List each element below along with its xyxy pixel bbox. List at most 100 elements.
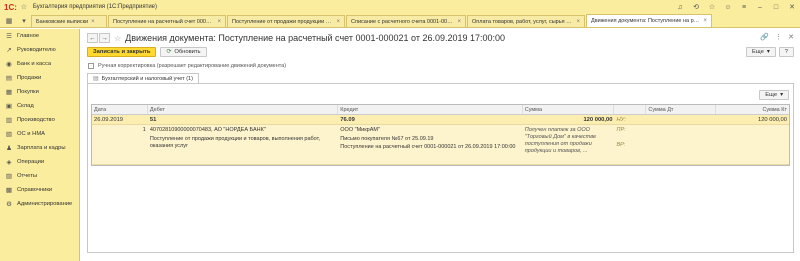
close-icon[interactable]: × [91, 19, 95, 25]
sidebar-item-reports[interactable]: ▨ Отчеты [0, 169, 79, 183]
close-icon[interactable]: × [457, 19, 461, 25]
refresh-label: Обновить [174, 49, 201, 55]
more-button[interactable]: Еще ▾ [746, 47, 776, 57]
sidebar-item-label: Склад [17, 103, 34, 109]
cell-sum: 120 000,00 [583, 117, 613, 123]
people-icon: ♟ [6, 145, 12, 152]
grid-more-button[interactable]: Еще ▾ [759, 90, 789, 100]
sidebar-item-management[interactable]: ↗ Руководителю [0, 43, 79, 57]
tab-accounting[interactable]: ▤ Бухгалтерский и налоговый учет (1) [87, 73, 199, 83]
toolbar-right: Еще ▾ ? [746, 47, 794, 57]
favorites-icon[interactable]: ☆ [19, 2, 29, 12]
sidebar-item-sales[interactable]: ▤ Продажи [0, 71, 79, 85]
close-icon[interactable]: × [336, 19, 340, 25]
sidebar-item-label: Руководителю [17, 47, 56, 53]
close-icon[interactable]: ✕ [788, 33, 794, 41]
manual-correction-row: Ручная корректировка (разрешает редактир… [88, 63, 286, 69]
app-logo: 1С: [4, 2, 17, 12]
close-icon[interactable]: × [217, 19, 221, 25]
cell-kind-detail: ПР: ВР: [614, 125, 646, 164]
cell-row-number: 1 [142, 127, 146, 133]
table-header: Дата Дебет Кредит Сумма Сумма Дт Сумма К… [92, 105, 789, 115]
menu-icon[interactable]: ≡ [739, 2, 749, 12]
sidebar-item-label: Администрирование [17, 201, 73, 207]
back-button[interactable]: ← [87, 33, 98, 43]
chevron-down-icon: ▾ [766, 49, 770, 55]
header-date[interactable]: Дата [92, 105, 148, 114]
sidebar-item-fixed-assets[interactable]: ▧ ОС и НМА [0, 127, 79, 141]
cell-kind: НУ: [616, 117, 626, 123]
app-title: Бухгалтерия предприятия (1С:Предприятие) [32, 4, 158, 10]
header-sum-dt[interactable]: Сумма Дт [646, 105, 717, 114]
forward-button[interactable]: → [99, 33, 110, 43]
header-sum-kt[interactable]: Сумма Кт [716, 105, 789, 114]
dropdown-icon[interactable]: ▾ [18, 15, 30, 27]
table-row[interactable]: 26.09.2019 51 76.09 120 000,00 НУ: 120 0… [92, 115, 789, 125]
sidebar-item-operations[interactable]: ◈ Операции [0, 155, 79, 169]
debit-description: Поступление от продажи продукции и товар… [149, 135, 321, 150]
header-credit[interactable]: Кредит [338, 105, 523, 114]
header-sum[interactable]: Сумма [523, 105, 615, 114]
main-content: ← → ☆ Движения документа: Поступление на… [81, 29, 800, 261]
minimize-icon[interactable]: – [755, 2, 765, 12]
tab-label: Списание с расчетного счета 0001-000030 … [351, 18, 454, 25]
user-icon[interactable]: ☺ [723, 2, 733, 12]
tab-write-off[interactable]: Списание с расчетного счета 0001-000030 … [346, 15, 466, 27]
tab-payment[interactable]: Оплата товаров, работ, услуг, сырья и ин… [467, 15, 585, 27]
refresh-icon: ⟳ [166, 49, 172, 55]
cell-sum-dt [646, 115, 716, 124]
manual-correction-label: Ручная корректировка (разрешает редактир… [98, 63, 287, 69]
help-button[interactable]: ? [778, 47, 794, 57]
refresh-button[interactable]: ⟳ Обновить [160, 47, 207, 57]
close-icon[interactable]: ✕ [787, 2, 797, 12]
tab-bank-statements[interactable]: Банковские выписки × [31, 15, 107, 27]
sidebar-item-catalogs[interactable]: ▩ Справочники [0, 183, 79, 197]
save-close-button[interactable]: Записать и закрыть [87, 47, 157, 57]
chart-icon: ↗ [6, 47, 12, 54]
more-vertical-icon[interactable]: ⋮ [775, 33, 782, 41]
close-icon[interactable]: × [703, 18, 707, 24]
cell-debit: 51 [149, 117, 157, 123]
tab-receipt[interactable]: Поступление на расчетный счет 0001-00002… [108, 15, 226, 27]
credit-organization: ООО "МикрАМ" [340, 127, 380, 133]
grid-icon[interactable]: ▦ [3, 15, 15, 27]
cell-credit-detail: ООО "МикрАМ" Письмо покупателя №67 от 25… [338, 125, 522, 164]
sidebar-item-main[interactable]: ☰ Главное [0, 29, 79, 43]
cell-debit-detail: 40702810900000070483, АО "НОРДЕА БАНК" П… [148, 125, 338, 164]
gear-icon: ⚙ [6, 201, 12, 208]
menu-icon: ☰ [6, 33, 12, 40]
link-icon[interactable]: 🔗 [760, 33, 769, 41]
table-row-detail[interactable]: 1 40702810900000070483, АО "НОРДЕА БАНК"… [92, 125, 789, 165]
kind-pr: ПР: [616, 127, 626, 133]
sidebar-item-label: ОС и НМА [17, 131, 46, 137]
cart-icon: ▦ [5, 89, 13, 96]
close-icon[interactable]: × [576, 19, 580, 25]
sidebar-item-admin[interactable]: ⚙ Администрирование [0, 197, 79, 211]
header-debit[interactable]: Дебет [148, 105, 339, 114]
tab-document-movements[interactable]: Движения документа: Поступление на расче… [586, 14, 712, 27]
credit-document: Поступление на расчетный счет 0001-00002… [340, 144, 516, 150]
bell-icon[interactable]: ♫ [675, 2, 685, 12]
tab-sales-income[interactable]: Поступление от продажи продукции и товар… [227, 15, 345, 27]
more-label: Еще [752, 49, 764, 55]
sidebar-item-production[interactable]: ▥ Производство [0, 113, 79, 127]
kind-vr: ВР: [616, 141, 626, 148]
movements-panel: Еще ▾ Дата Дебет Кредит Сумма Сумма Дт Су… [87, 83, 794, 253]
credit-letter: Письмо покупателя №67 от 25.09.19 [340, 135, 434, 142]
manual-correction-checkbox[interactable] [88, 63, 94, 69]
tab-label: Бухгалтерский и налоговый учет (1) [101, 75, 193, 82]
sidebar-item-payroll[interactable]: ♟ Зарплата и кадры [0, 141, 79, 155]
sidebar-item-warehouse[interactable]: ▣ Склад [0, 99, 79, 113]
maximize-icon[interactable]: □ [771, 2, 781, 12]
star-icon[interactable]: ☆ [707, 2, 717, 12]
factory-icon: ▥ [5, 117, 13, 124]
toolbar: Записать и закрыть ⟳ Обновить [87, 47, 207, 57]
sidebar-item-label: Банк и касса [17, 61, 52, 67]
sidebar-item-purchases[interactable]: ▦ Покупки [0, 85, 79, 99]
history-icon[interactable]: ⟲ [691, 2, 701, 12]
debit-account: 40702810900000070483, АО "НОРДЕА БАНК" [149, 127, 266, 133]
sidebar-item-bank[interactable]: ◉ Банк и касса [0, 57, 79, 71]
favorite-star-icon[interactable]: ☆ [114, 34, 121, 43]
tabs-bar: ▦ ▾ Банковские выписки × Поступление на р… [0, 14, 800, 28]
ledger-icon: ▤ [93, 76, 99, 82]
